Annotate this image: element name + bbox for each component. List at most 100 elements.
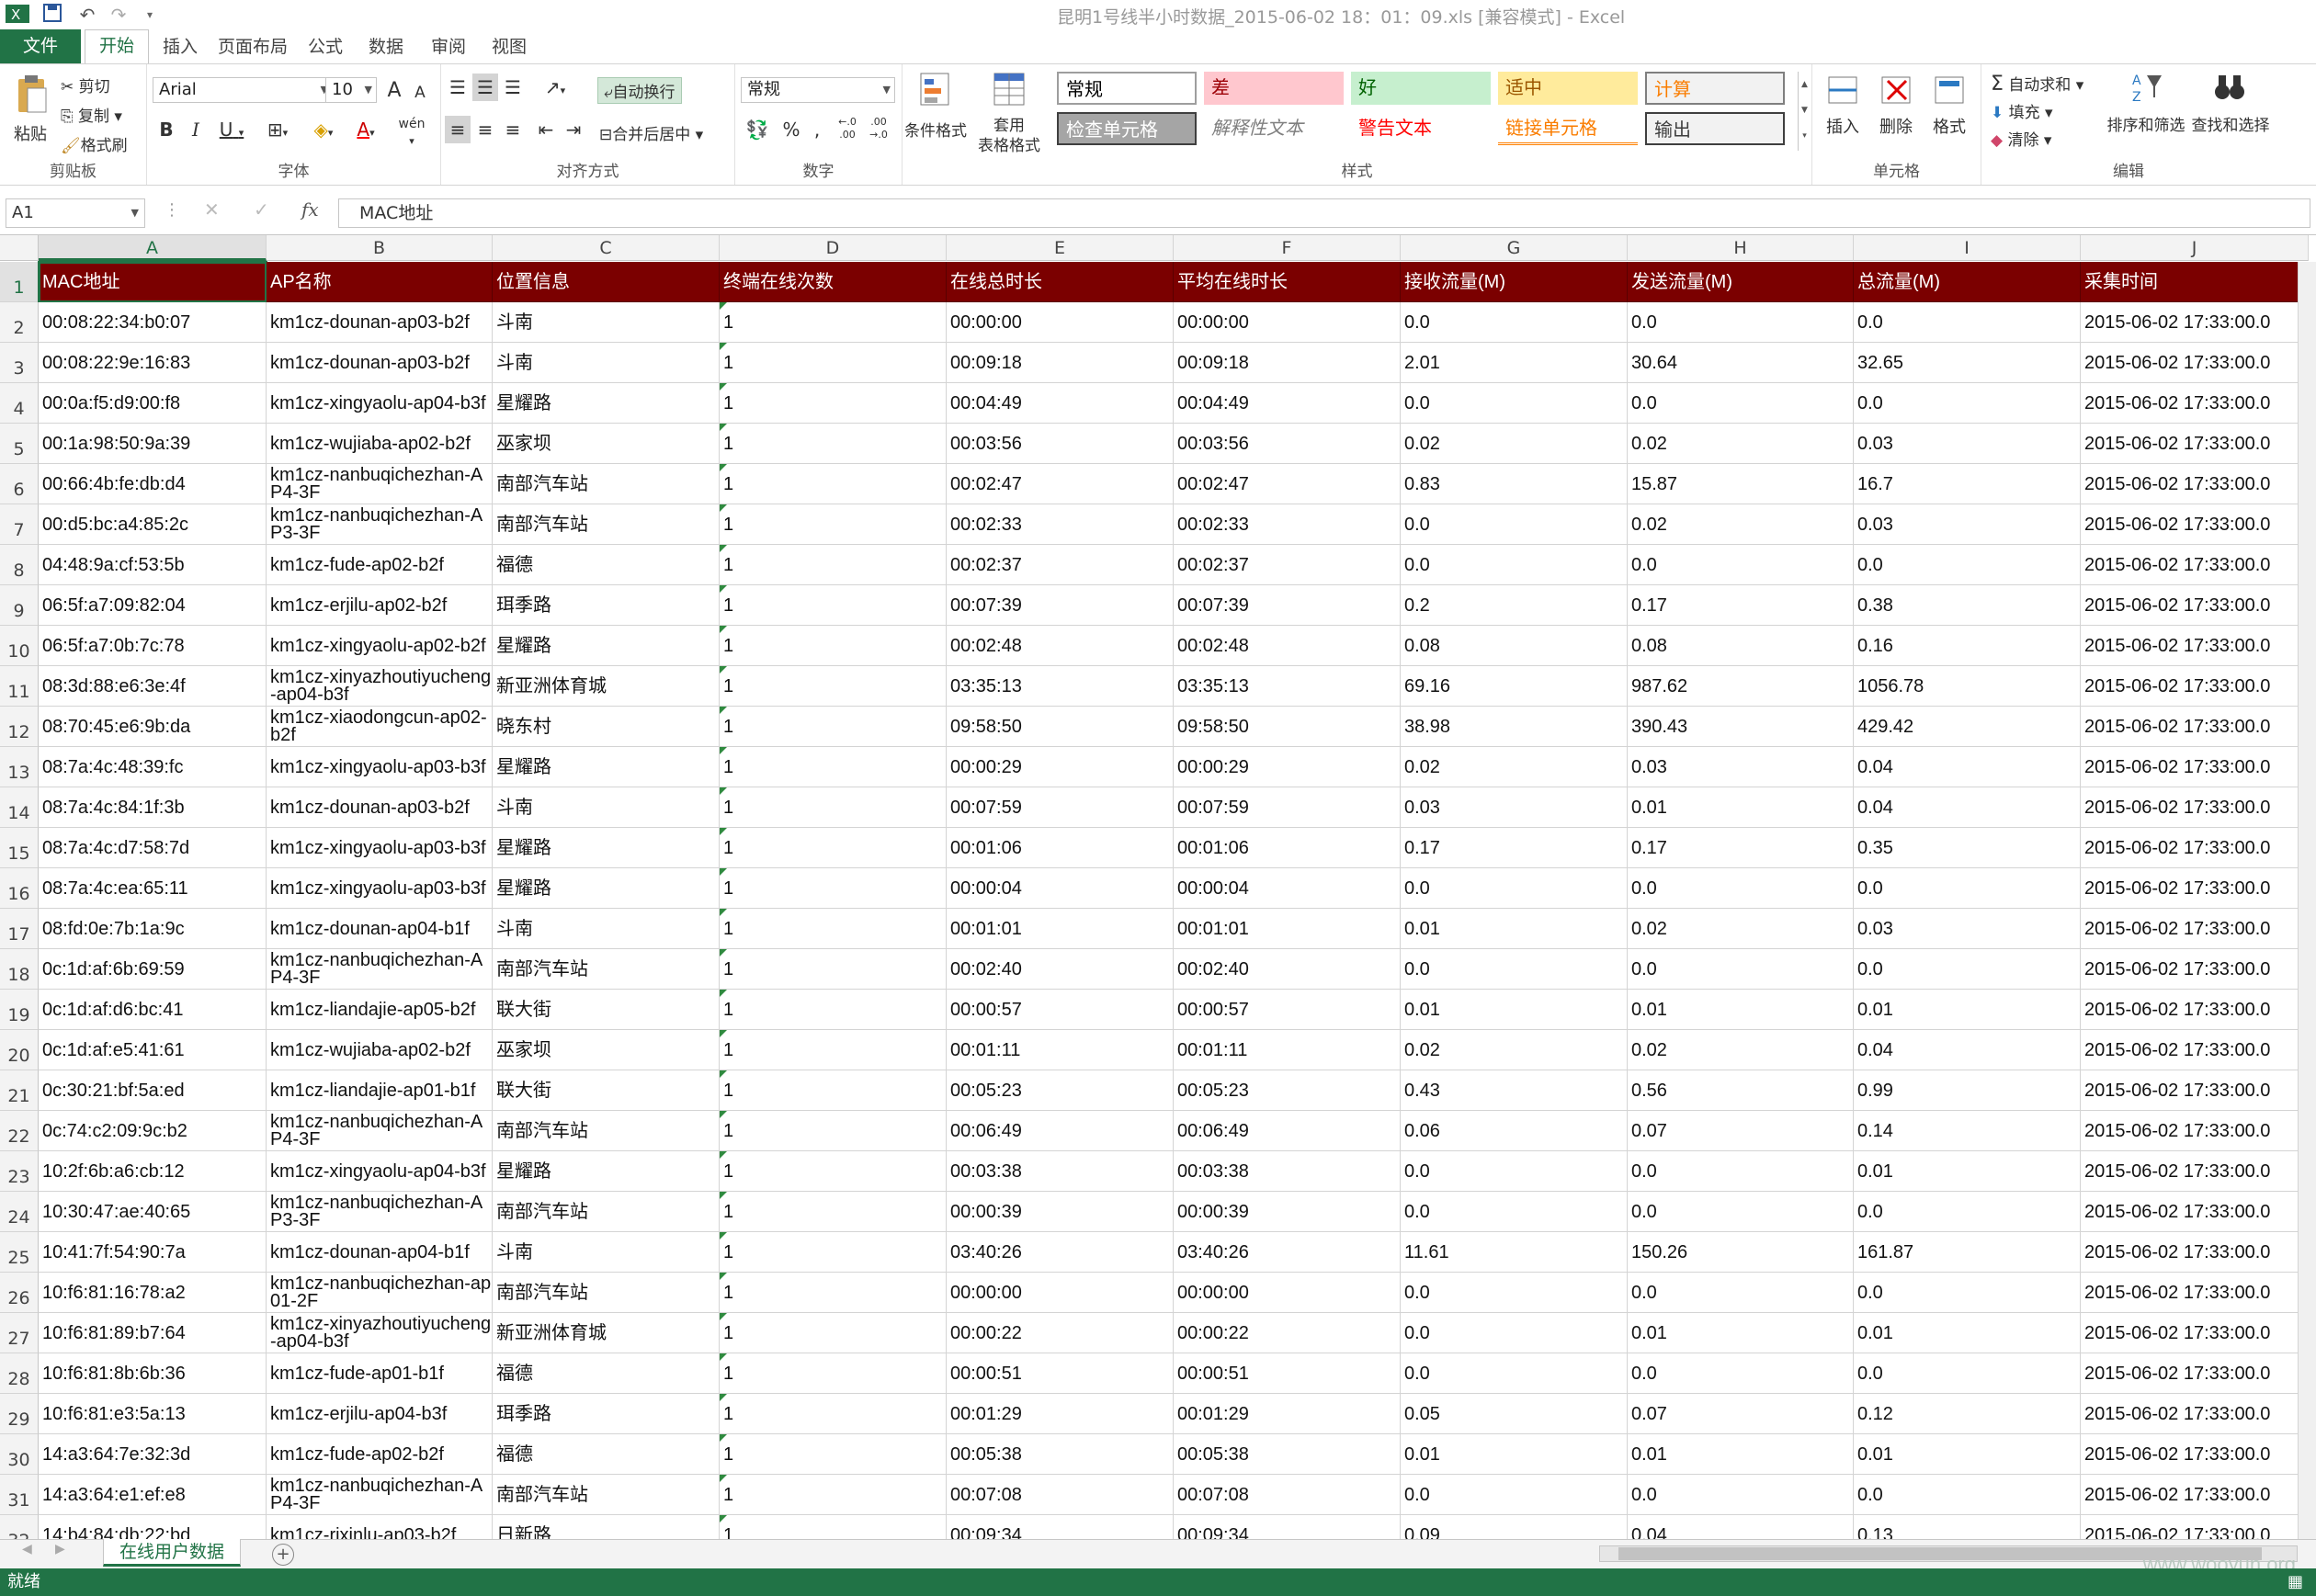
table-cell[interactable]: 联大街 <box>493 1070 720 1111</box>
sort-filter-button[interactable]: AZ 排序和筛选 <box>2105 70 2187 162</box>
table-cell[interactable]: 00:00:51 <box>947 1353 1174 1394</box>
align-top-button[interactable]: ☰ <box>445 74 471 101</box>
table-cell[interactable]: 福德 <box>493 1353 720 1394</box>
table-cell[interactable]: 10:f6:81:89:b7:64 <box>39 1313 267 1353</box>
table-cell[interactable]: 0.16 <box>1854 626 2081 666</box>
row-header-29[interactable]: 29 <box>0 1394 39 1434</box>
table-cell[interactable]: 00:01:29 <box>947 1394 1174 1434</box>
table-cell[interactable]: 0.12 <box>1854 1394 2081 1434</box>
table-cell[interactable]: 0.01 <box>1401 990 1628 1030</box>
table-cell[interactable]: 1 <box>720 828 947 868</box>
table-cell[interactable]: 0.0 <box>1854 302 2081 343</box>
table-cell[interactable]: km1cz-liandajie-ap01-b1f <box>267 1070 493 1111</box>
table-cell[interactable]: 巫家坝 <box>493 1030 720 1070</box>
table-cell[interactable]: 0.0 <box>1854 1353 2081 1394</box>
table-cell[interactable]: 南部汽车站 <box>493 1111 720 1151</box>
table-cell[interactable]: km1cz-xingyaolu-ap03-b3f <box>267 747 493 787</box>
format-as-table-button[interactable]: 套用 表格格式 <box>972 70 1046 171</box>
table-cell[interactable]: km1cz-nanbuqichezhan-AP4-3F <box>267 949 493 990</box>
table-cell[interactable]: 03:40:26 <box>947 1232 1174 1273</box>
orientation-button[interactable]: ↗▾ <box>537 74 573 101</box>
table-cell[interactable]: 0.02 <box>1628 424 1854 464</box>
table-cell[interactable]: km1cz-dounan-ap04-b1f <box>267 1232 493 1273</box>
table-cell[interactable]: 10:41:7f:54:90:7a <box>39 1232 267 1273</box>
table-cell[interactable]: 00:02:48 <box>1174 626 1401 666</box>
row-header-24[interactable]: 24 <box>0 1192 39 1232</box>
table-cell[interactable]: 00:07:08 <box>947 1475 1174 1515</box>
table-cell[interactable]: 2015-06-02 17:33:00.0 <box>2081 909 2309 949</box>
table-cell[interactable]: km1cz-wujiaba-ap02-b2f <box>267 1030 493 1070</box>
table-cell[interactable]: 星耀路 <box>493 828 720 868</box>
table-cell[interactable]: 0.07 <box>1628 1394 1854 1434</box>
table-cell[interactable]: 2015-06-02 17:33:00.0 <box>2081 504 2309 545</box>
copy-button[interactable]: ⎘ 复制 ▾ <box>61 103 122 126</box>
table-cell[interactable]: 00:00:04 <box>947 868 1174 909</box>
table-cell[interactable]: 0.0 <box>1401 1192 1628 1232</box>
table-cell[interactable]: 09:58:50 <box>1174 707 1401 747</box>
table-cell[interactable]: km1cz-xinyazhoutiyucheng-ap04-b3f <box>267 1313 493 1353</box>
table-cell[interactable]: 00:09:34 <box>947 1515 1174 1539</box>
autosum-button[interactable]: Σ 自动求和 ▾ <box>1991 72 2083 96</box>
table-cell[interactable]: 00:05:38 <box>947 1434 1174 1475</box>
table-cell[interactable]: 00:1a:98:50:9a:39 <box>39 424 267 464</box>
table-cell[interactable]: 0.0 <box>1628 302 1854 343</box>
table-cell[interactable]: 00:00:39 <box>947 1192 1174 1232</box>
table-cell[interactable]: 0.0 <box>1854 1273 2081 1313</box>
table-cell[interactable]: 2015-06-02 17:33:00.0 <box>2081 1232 2309 1273</box>
align-center-button[interactable]: ≡ <box>472 116 498 143</box>
table-cell[interactable]: 斗南 <box>493 302 720 343</box>
row-header-12[interactable]: 12 <box>0 707 39 747</box>
table-cell[interactable]: km1cz-rixinlu-ap03-b2f <box>267 1515 493 1539</box>
table-cell[interactable]: 1 <box>720 1030 947 1070</box>
table-cell[interactable]: 00:05:23 <box>1174 1070 1401 1111</box>
style-warning[interactable]: 警告文本 <box>1351 112 1491 145</box>
tab-file[interactable]: 文件 <box>0 29 81 63</box>
table-cell[interactable]: 珥季路 <box>493 1394 720 1434</box>
table-cell[interactable]: 2015-06-02 17:33:00.0 <box>2081 585 2309 626</box>
column-header-a[interactable]: A <box>39 235 267 261</box>
table-cell[interactable]: 00:02:37 <box>947 545 1174 585</box>
style-good[interactable]: 好 <box>1351 72 1491 105</box>
table-cell[interactable]: km1cz-nanbuqichezhan-AP4-3F <box>267 464 493 504</box>
table-cell[interactable]: 2.01 <box>1401 343 1628 383</box>
table-cell[interactable]: 16.7 <box>1854 464 2081 504</box>
table-cell[interactable]: 00:01:06 <box>1174 828 1401 868</box>
table-cell[interactable]: 00:66:4b:fe:db:d4 <box>39 464 267 504</box>
table-cell[interactable]: 00:05:38 <box>1174 1434 1401 1475</box>
row-header-5[interactable]: 5 <box>0 424 39 464</box>
table-cell[interactable]: 0.02 <box>1401 1030 1628 1070</box>
table-cell[interactable]: 0.0 <box>1401 1151 1628 1192</box>
table-cell[interactable]: 09:58:50 <box>947 707 1174 747</box>
table-cell[interactable]: 00:07:39 <box>1174 585 1401 626</box>
table-cell[interactable]: 星耀路 <box>493 383 720 424</box>
table-cell[interactable]: km1cz-dounan-ap04-b1f <box>267 909 493 949</box>
row-header-17[interactable]: 17 <box>0 909 39 949</box>
table-cell[interactable]: 0.0 <box>1628 949 1854 990</box>
table-cell[interactable]: 00:03:38 <box>947 1151 1174 1192</box>
table-cell[interactable]: 0.08 <box>1628 626 1854 666</box>
row-header-16[interactable]: 16 <box>0 868 39 909</box>
table-cell[interactable]: 00:07:59 <box>947 787 1174 828</box>
table-cell[interactable]: 福德 <box>493 545 720 585</box>
row-header-23[interactable]: 23 <box>0 1151 39 1192</box>
header-cell[interactable]: 采集时间 <box>2081 262 2309 302</box>
table-cell[interactable]: 0.0 <box>1854 1192 2081 1232</box>
table-cell[interactable]: 00:00:00 <box>947 302 1174 343</box>
table-cell[interactable]: 08:fd:0e:7b:1a:9c <box>39 909 267 949</box>
table-cell[interactable]: 0.0 <box>1628 1151 1854 1192</box>
row-header-27[interactable]: 27 <box>0 1313 39 1353</box>
table-cell[interactable]: 0.99 <box>1854 1070 2081 1111</box>
table-cell[interactable]: 2015-06-02 17:33:00.0 <box>2081 545 2309 585</box>
table-cell[interactable]: 00:07:39 <box>947 585 1174 626</box>
table-cell[interactable]: 0.05 <box>1401 1394 1628 1434</box>
align-middle-button[interactable]: ☰ <box>472 74 498 101</box>
table-cell[interactable]: 1 <box>720 1273 947 1313</box>
table-cell[interactable]: 1 <box>720 949 947 990</box>
table-cell[interactable]: 1 <box>720 1070 947 1111</box>
tab-home[interactable]: 开始 <box>85 29 149 64</box>
style-calculation[interactable]: 计算 <box>1645 72 1785 105</box>
table-cell[interactable]: 0.0 <box>1401 504 1628 545</box>
table-cell[interactable]: 1 <box>720 1111 947 1151</box>
table-cell[interactable]: 00:08:22:9e:16:83 <box>39 343 267 383</box>
table-cell[interactable]: km1cz-xinyazhoutiyucheng-ap04-b3f <box>267 666 493 707</box>
